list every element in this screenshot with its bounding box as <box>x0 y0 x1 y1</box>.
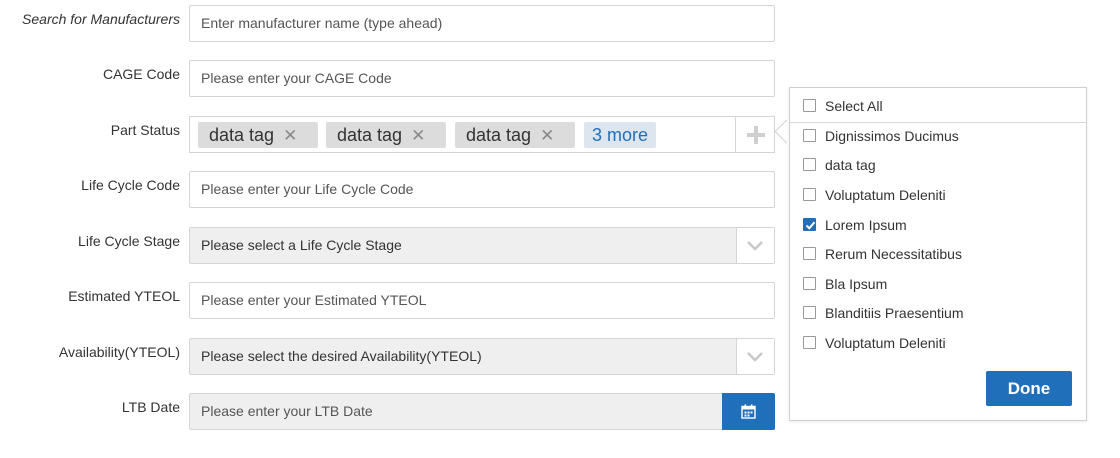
part-status-dropdown-panel: Select All Dignissimos Ducimus data tag … <box>789 87 1087 421</box>
option-label: Lorem Ipsum <box>825 217 907 233</box>
tag-chip[interactable]: data tag ✕ <box>326 122 446 148</box>
option-label: Blanditiis Praesentium <box>825 305 964 321</box>
search-manufacturers-input[interactable]: Enter manufacturer name (type ahead) <box>189 5 775 42</box>
option-label: Bla Ipsum <box>825 276 888 292</box>
cage-code-input[interactable]: Please enter your CAGE Code <box>189 60 775 97</box>
lifecycle-stage-select[interactable]: Please select a Life Cycle Stage <box>189 227 775 264</box>
option-label: Select All <box>825 98 883 114</box>
tag-chip[interactable]: data tag ✕ <box>455 122 575 148</box>
ltb-date-label: LTB Date <box>121 399 180 415</box>
lifecycle-code-placeholder: Please enter your Life Cycle Code <box>201 181 414 197</box>
checkbox-icon[interactable] <box>803 188 816 201</box>
ltb-date-placeholder: Please enter your LTB Date <box>201 403 373 419</box>
part-status-label: Part Status <box>110 122 180 138</box>
lifecycle-stage-dropdown-toggle[interactable] <box>736 228 774 263</box>
option-label: Dignissimos Ducimus <box>825 128 959 144</box>
more-tags-chip[interactable]: 3 more <box>584 122 657 148</box>
search-manufacturers-label: Search for Manufacturers <box>22 11 180 27</box>
chevron-down-icon <box>747 352 763 362</box>
ltb-date-input[interactable]: Please enter your LTB Date <box>189 393 775 430</box>
checkbox-checked-icon[interactable] <box>803 218 816 231</box>
estimated-yteol-placeholder: Please enter your Estimated YTEOL <box>201 292 427 308</box>
option-label: data tag <box>825 157 876 173</box>
tag-label: data tag <box>209 125 275 145</box>
tag-label: data tag <box>337 125 403 145</box>
calendar-icon <box>741 404 756 419</box>
checkbox-icon[interactable] <box>803 306 816 319</box>
checkbox-icon[interactable] <box>803 158 816 171</box>
checkbox-icon[interactable] <box>803 247 816 260</box>
checkbox-icon[interactable] <box>803 129 816 142</box>
availability-select[interactable]: Please select the desired Availability(Y… <box>189 338 775 375</box>
option-label: Rerum Necessitatibus <box>825 246 962 262</box>
tag-label: data tag <box>466 125 532 145</box>
option-label: Voluptatum Deleniti <box>825 335 946 351</box>
availability-placeholder: Please select the desired Availability(Y… <box>201 348 482 364</box>
lifecycle-stage-label: Life Cycle Stage <box>78 233 180 249</box>
plus-icon <box>747 126 765 144</box>
estimated-yteol-input[interactable]: Please enter your Estimated YTEOL <box>189 282 775 319</box>
remove-tag-icon[interactable]: ✕ <box>283 123 297 149</box>
lifecycle-code-label: Life Cycle Code <box>81 177 180 193</box>
done-button[interactable]: Done <box>986 371 1072 406</box>
checkbox-icon[interactable] <box>803 99 816 112</box>
lifecycle-stage-placeholder: Please select a Life Cycle Stage <box>201 237 402 253</box>
divider <box>790 122 1086 123</box>
search-manufacturers-placeholder: Enter manufacturer name (type ahead) <box>201 15 443 31</box>
remove-tag-icon[interactable]: ✕ <box>411 123 425 149</box>
calendar-button[interactable] <box>722 393 775 430</box>
tag-chip[interactable]: data tag ✕ <box>198 122 318 148</box>
option-label: Voluptatum Deleniti <box>825 187 946 203</box>
availability-dropdown-toggle[interactable] <box>736 339 774 374</box>
checkbox-icon[interactable] <box>803 336 816 349</box>
estimated-yteol-label: Estimated YTEOL <box>68 288 180 304</box>
chevron-down-icon <box>747 241 763 251</box>
cage-code-label: CAGE Code <box>102 66 180 82</box>
checkbox-icon[interactable] <box>803 277 816 290</box>
remove-tag-icon[interactable]: ✕ <box>540 123 554 149</box>
part-status-tags-field[interactable]: data tag ✕ data tag ✕ data tag ✕ 3 more <box>189 116 735 153</box>
add-tag-button[interactable] <box>735 116 775 153</box>
lifecycle-code-input[interactable]: Please enter your Life Cycle Code <box>189 171 775 208</box>
availability-label: Availability(YTEOL) <box>58 344 180 360</box>
cage-code-placeholder: Please enter your CAGE Code <box>201 70 392 86</box>
